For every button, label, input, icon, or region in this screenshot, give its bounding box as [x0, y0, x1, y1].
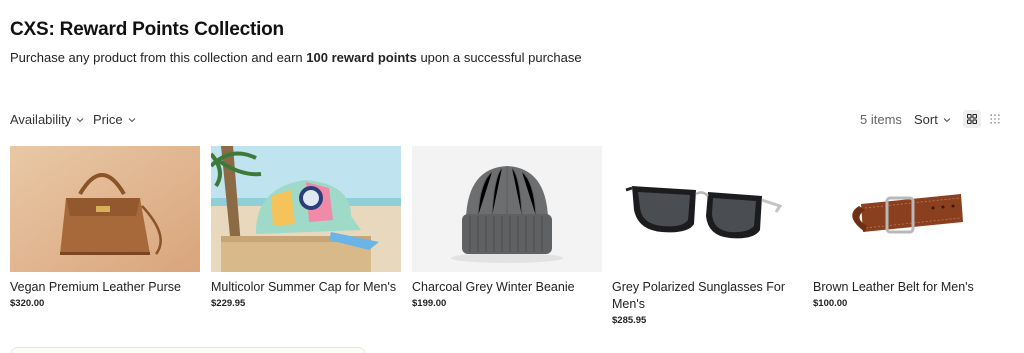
- sort-label: Sort: [914, 112, 938, 127]
- product-name[interactable]: Charcoal Grey Winter Beanie: [412, 279, 602, 296]
- product-price: $320.00: [10, 298, 45, 309]
- items-count: 5 items: [860, 112, 902, 127]
- grid-small-icon: [990, 114, 1000, 124]
- collection-description: Purchase any product from this collectio…: [10, 50, 582, 65]
- description-text: Purchase any product from this collectio…: [10, 50, 307, 65]
- product-name[interactable]: Brown Leather Belt for Men's: [813, 279, 1003, 296]
- bottom-panel: [10, 347, 366, 353]
- product-card[interactable]: Multicolor Summer Cap for Men's $229.95: [211, 146, 401, 309]
- price-filter[interactable]: Price: [93, 112, 137, 127]
- product-price: $285.95: [612, 315, 647, 326]
- product-card[interactable]: Brown Leather Belt for Men's $100.00: [813, 146, 1003, 309]
- belt-image[interactable]: [813, 146, 1003, 272]
- reward-points-highlight: 100 reward points: [306, 50, 417, 65]
- page-title: CXS: Reward Points Collection: [10, 19, 284, 40]
- grid-large-icon: [967, 114, 977, 124]
- grid-view-large-button[interactable]: [963, 110, 981, 128]
- price-filter-label: Price: [93, 112, 123, 127]
- product-price: $229.95: [211, 298, 246, 309]
- product-card[interactable]: Grey Polarized Sunglasses For Men's $285…: [612, 146, 802, 326]
- description-text-end: upon a successful purchase: [416, 50, 582, 65]
- product-card[interactable]: Charcoal Grey Winter Beanie $199.00: [412, 146, 602, 309]
- product-price: $199.00: [412, 298, 447, 309]
- chevron-down-icon: [128, 117, 136, 122]
- product-name[interactable]: Grey Polarized Sunglasses For Men's: [612, 279, 802, 313]
- product-card[interactable]: Vegan Premium Leather Purse $320.00: [10, 146, 200, 309]
- availability-filter-label: Availability: [10, 112, 72, 127]
- chevron-down-icon: [943, 117, 951, 122]
- product-name[interactable]: Multicolor Summer Cap for Men's: [211, 279, 401, 296]
- summer-cap-image[interactable]: [211, 146, 401, 272]
- sort-dropdown[interactable]: Sort: [914, 112, 952, 127]
- product-name[interactable]: Vegan Premium Leather Purse: [10, 279, 200, 296]
- grid-view-small-button[interactable]: [986, 110, 1004, 128]
- availability-filter[interactable]: Availability: [10, 112, 85, 127]
- beanie-image[interactable]: [412, 146, 602, 272]
- chevron-down-icon: [76, 117, 84, 122]
- product-price: $100.00: [813, 298, 848, 309]
- sunglasses-image[interactable]: [612, 146, 802, 272]
- leather-purse-image[interactable]: [10, 146, 200, 272]
